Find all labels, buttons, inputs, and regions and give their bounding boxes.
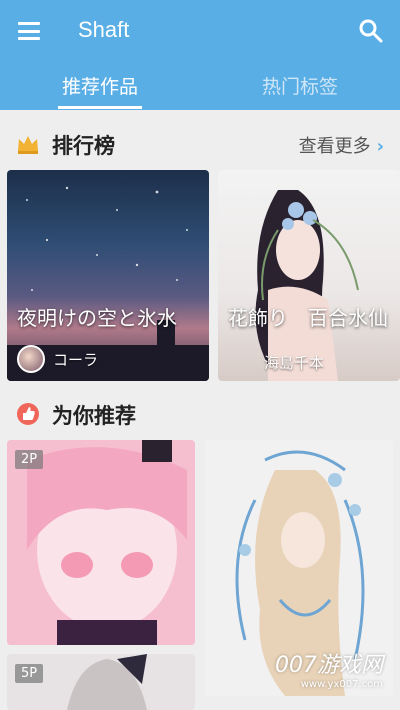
view-more-label: 查看更多 — [298, 136, 371, 157]
pink-hair-girl-artwork — [7, 440, 195, 645]
crown-icon — [18, 136, 38, 154]
ranking-card-author: コーラ — [17, 345, 98, 373]
avatar — [17, 345, 45, 373]
watermark: 007游戏网 www.yx007.com — [275, 647, 383, 690]
recommend-card-1[interactable]: 2P — [7, 440, 195, 645]
page-count-badge: 5P — [15, 664, 44, 683]
recommend-card-2[interactable]: 007游戏网 www.yx007.com — [205, 440, 393, 696]
chevron-right-icon: › — [376, 136, 384, 157]
author-name: 海島千本 — [264, 354, 325, 372]
view-more-link[interactable]: 查看更多 › — [299, 132, 384, 158]
recommend-title: 为你推荐 — [52, 404, 136, 428]
app-title: Shaft — [78, 17, 130, 42]
flower-girl-artwork — [255, 190, 359, 381]
recommend-card-3[interactable]: 5P — [7, 654, 195, 710]
watermark-url: www.yx007.com — [300, 679, 383, 690]
watermark-text: 007游戏网 — [275, 653, 383, 678]
search-icon[interactable] — [358, 18, 384, 44]
thumbs-up-icon — [17, 403, 39, 425]
ranking-card-author: 海島千本 — [264, 352, 324, 373]
page-count-badge: 2P — [15, 450, 44, 469]
tab-recommended-works[interactable]: 推荐作品 — [0, 70, 200, 110]
author-name: コーラ — [53, 350, 99, 369]
ranking-card-title: 夜明けの空と氷水 — [17, 306, 177, 330]
ranking-header: 排行榜 查看更多 › — [0, 122, 400, 166]
tab-hot-tags[interactable]: 热门标签 — [200, 70, 400, 110]
recommend-header: 为你推荐 — [0, 392, 400, 436]
ranking-card-title: 花飾り 百合水仙 — [228, 306, 388, 330]
tab-indicator — [58, 106, 142, 109]
menu-icon[interactable] — [18, 22, 40, 40]
ranking-card-1[interactable]: 夜明けの空と氷水 コーラ — [7, 170, 209, 381]
ranking-card-2[interactable]: 花飾り 百合水仙 海島千本 — [218, 170, 400, 381]
app-bar: Shaft 推荐作品 热门标签 — [0, 0, 400, 110]
ranking-title: 排行榜 — [52, 134, 115, 158]
